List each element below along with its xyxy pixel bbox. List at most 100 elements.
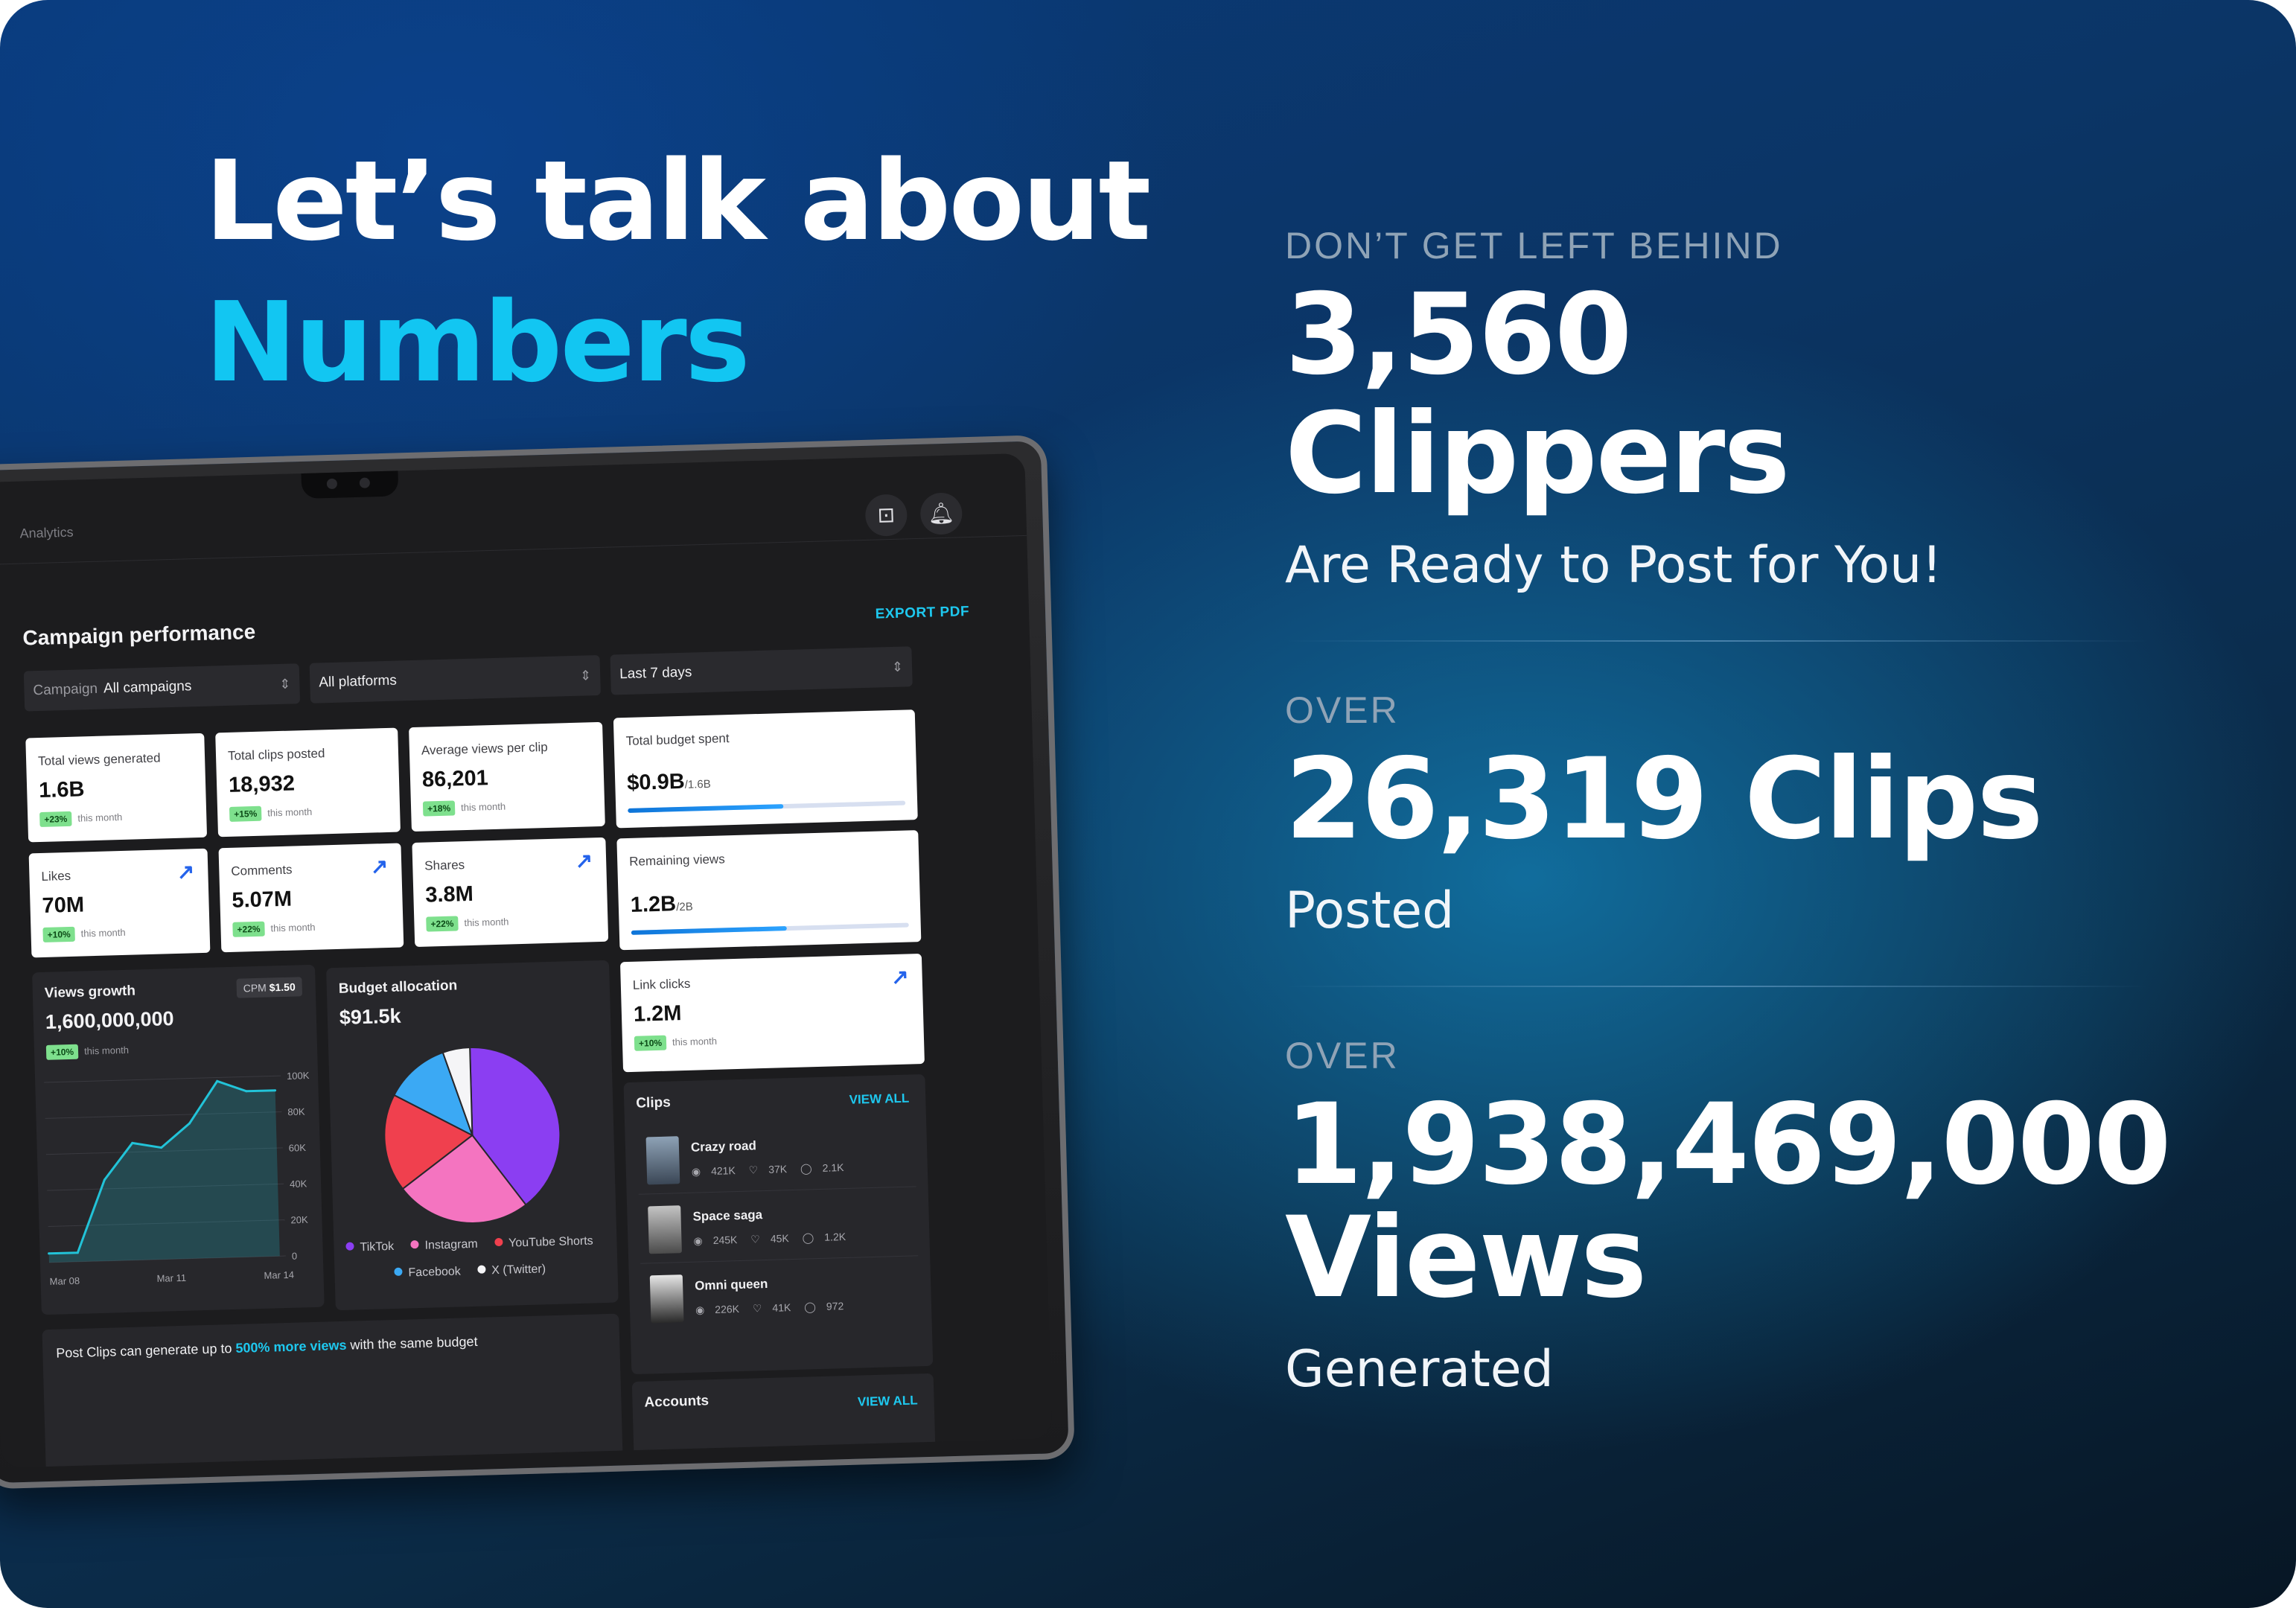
stat-subtitle: Generated — [1285, 1340, 1554, 1399]
panel-value: $91.5k — [339, 1004, 401, 1029]
y-tick-label: 80K — [287, 1106, 305, 1118]
card-value: $0.9B/1.6B — [626, 769, 712, 795]
top-bar: Analytics ⊡ 🔔︎ — [0, 475, 1027, 566]
accounts-panel: Accounts VIEW ALL — [631, 1373, 936, 1468]
list-item[interactable]: Crazy road ◉ 421K ♡ 37K ◯ 2.1K — [637, 1120, 916, 1195]
campaign-select[interactable]: Campaign All campaigns ⇕ — [23, 663, 301, 712]
promo-card: Let’s talk about Numbers DON’T GET LEFT … — [0, 0, 2296, 1608]
stat-clippers: DON’T GET LEFT BEHIND 3,560 Clippers Are… — [1285, 223, 2149, 596]
tablet-device: Analytics ⊡ 🔔︎ Campaign performance EXPO… — [0, 435, 1075, 1490]
card-remaining-views[interactable]: Remaining views 1.2B/2B — [616, 830, 922, 951]
stat-subtitle: Posted — [1285, 881, 1455, 940]
clip-name: Omni queen — [694, 1276, 768, 1293]
budget-progress-bar — [628, 800, 906, 813]
card-link-clicks[interactable]: Link clicks ↗ 1.2M +10% this month — [619, 954, 925, 1073]
campaign-select-value: All campaigns — [103, 678, 192, 697]
panel-title: Clips — [636, 1094, 672, 1111]
trend-badge: +23% — [39, 811, 72, 828]
cpm-chip: CPM $1.50 — [236, 977, 303, 998]
date-range-select[interactable]: Last 7 days ⇕ — [610, 646, 913, 695]
alert-icon[interactable]: ⊡ — [864, 494, 908, 537]
card-avg-views[interactable]: Average views per clip 86,201 +18% this m… — [409, 721, 605, 832]
card-shares[interactable]: Shares ↗ 3.8M +22% this month — [412, 837, 609, 948]
page-title: Campaign performance — [22, 619, 256, 650]
arrow-up-right-icon[interactable]: ↗ — [176, 859, 194, 884]
clip-name: Crazy road — [690, 1138, 757, 1155]
x-tick-label: Mar 08 — [49, 1275, 80, 1287]
stat-headline-line-1: 1,938,469,000 — [1285, 1080, 2172, 1210]
clip-thumbnail — [648, 1205, 682, 1254]
x-tick-label: Mar 11 — [156, 1272, 186, 1284]
x-tick-label: Mar 14 — [264, 1269, 294, 1281]
card-period: this month — [77, 811, 123, 824]
panel-period: this month — [83, 1044, 130, 1057]
comment-icon: ◯ — [802, 1231, 814, 1244]
export-pdf-button[interactable]: EXPORT PDF — [875, 604, 969, 623]
arrow-up-right-icon[interactable]: ↗ — [891, 965, 909, 990]
card-budget-spent[interactable]: Total budget spent $0.9B/1.6B — [613, 709, 918, 829]
card-comments[interactable]: Comments ↗ 5.07M +22% this month — [218, 843, 404, 953]
stat-headline: 3,560 Clippers — [1285, 270, 1790, 519]
legend-instagram: Instagram — [410, 1238, 478, 1253]
hero-line-1: Let’s talk about — [205, 137, 1151, 265]
list-item[interactable]: Space saga ◉ 245K ♡ 45K ◯ 1.2K — [638, 1190, 919, 1264]
gridline — [44, 1075, 281, 1083]
y-tick-label: 100K — [287, 1070, 310, 1082]
select-arrows-icon: ⇕ — [579, 668, 592, 683]
card-label: Remaining views — [628, 852, 725, 869]
trend-badge: +10% — [42, 926, 75, 942]
views-icon: ◉ — [691, 1165, 701, 1178]
panel-title: Views growth — [44, 983, 136, 1001]
budget-allocation-panel: Budget allocation $91.5k TikTok Instagra… — [326, 960, 619, 1311]
stat-clips: OVER 26,319 Clips Posted — [1285, 688, 2149, 941]
budget-pie-chart — [383, 1046, 561, 1224]
accounts-view-all-link[interactable]: VIEW ALL — [858, 1393, 918, 1409]
campaign-select-label: Campaign — [33, 680, 98, 699]
y-tick-label: 20K — [290, 1214, 308, 1226]
trend-badge: +10% — [45, 1044, 79, 1060]
card-value: 1.6B — [38, 777, 85, 803]
legend-youtube-shorts: YouTube Shorts — [494, 1234, 593, 1250]
hero-headline: Let’s talk about Numbers — [205, 130, 1151, 413]
y-tick-label: 40K — [290, 1178, 307, 1190]
legend-x-twitter: X (Twitter) — [477, 1263, 546, 1277]
pie-legend-row-2: Facebook X (Twitter) — [394, 1263, 546, 1280]
promo-text: Post Clips can generate up to 500% more … — [56, 1333, 478, 1361]
arrow-up-right-icon[interactable]: ↗ — [575, 848, 593, 873]
card-label: Comments — [231, 862, 293, 878]
card-value: 3.8M — [424, 881, 474, 907]
card-label: Average views per clip — [421, 739, 548, 758]
card-likes[interactable]: Likes ↗ 70M +10% this month — [28, 848, 211, 958]
stat-eyebrow: OVER — [1285, 689, 1400, 731]
card-label: Link clicks — [632, 976, 691, 992]
card-period: this month — [464, 916, 509, 929]
stat-headline-line-2: Views — [1285, 1193, 1647, 1323]
card-value: 1.2M — [633, 1001, 682, 1027]
platform-select[interactable]: All platforms ⇕ — [309, 654, 601, 704]
heart-icon: ♡ — [752, 1302, 762, 1315]
card-total-views[interactable]: Total views generated 1.6B +23% this mont… — [25, 733, 208, 843]
legend-tiktok: TikTok — [345, 1240, 394, 1254]
remaining-progress-bar — [631, 922, 909, 935]
heart-icon: ♡ — [748, 1164, 759, 1176]
arrow-up-right-icon[interactable]: ↗ — [370, 854, 388, 879]
card-value: 5.07M — [232, 887, 293, 913]
views-icon: ◉ — [695, 1304, 705, 1316]
list-item[interactable]: Omni queen ◉ 226K ♡ 41K ◯ 972 — [640, 1259, 919, 1332]
pie-legend-row-1: TikTok Instagram YouTube Shorts — [345, 1234, 593, 1254]
clips-view-all-link[interactable]: VIEW ALL — [849, 1091, 909, 1108]
panel-value: 1,600,000,000 — [45, 1007, 174, 1033]
card-label: Total clips posted — [227, 746, 325, 763]
card-period: this month — [270, 921, 316, 934]
clip-name: Space saga — [692, 1207, 763, 1224]
card-period: this month — [267, 805, 313, 819]
clip-thumbnail — [649, 1274, 684, 1324]
bell-icon[interactable]: 🔔︎ — [919, 492, 963, 535]
trend-badge: +18% — [422, 800, 456, 817]
card-period: this month — [672, 1035, 718, 1048]
divider — [1285, 986, 2149, 987]
date-range-value: Last 7 days — [619, 664, 692, 683]
views-growth-panel: Views growth CPM $1.50 1,600,000,000 +10… — [32, 964, 325, 1315]
breadcrumb[interactable]: Analytics — [19, 525, 74, 542]
card-total-clips[interactable]: Total clips posted 18,932 +15% this month — [215, 727, 401, 838]
